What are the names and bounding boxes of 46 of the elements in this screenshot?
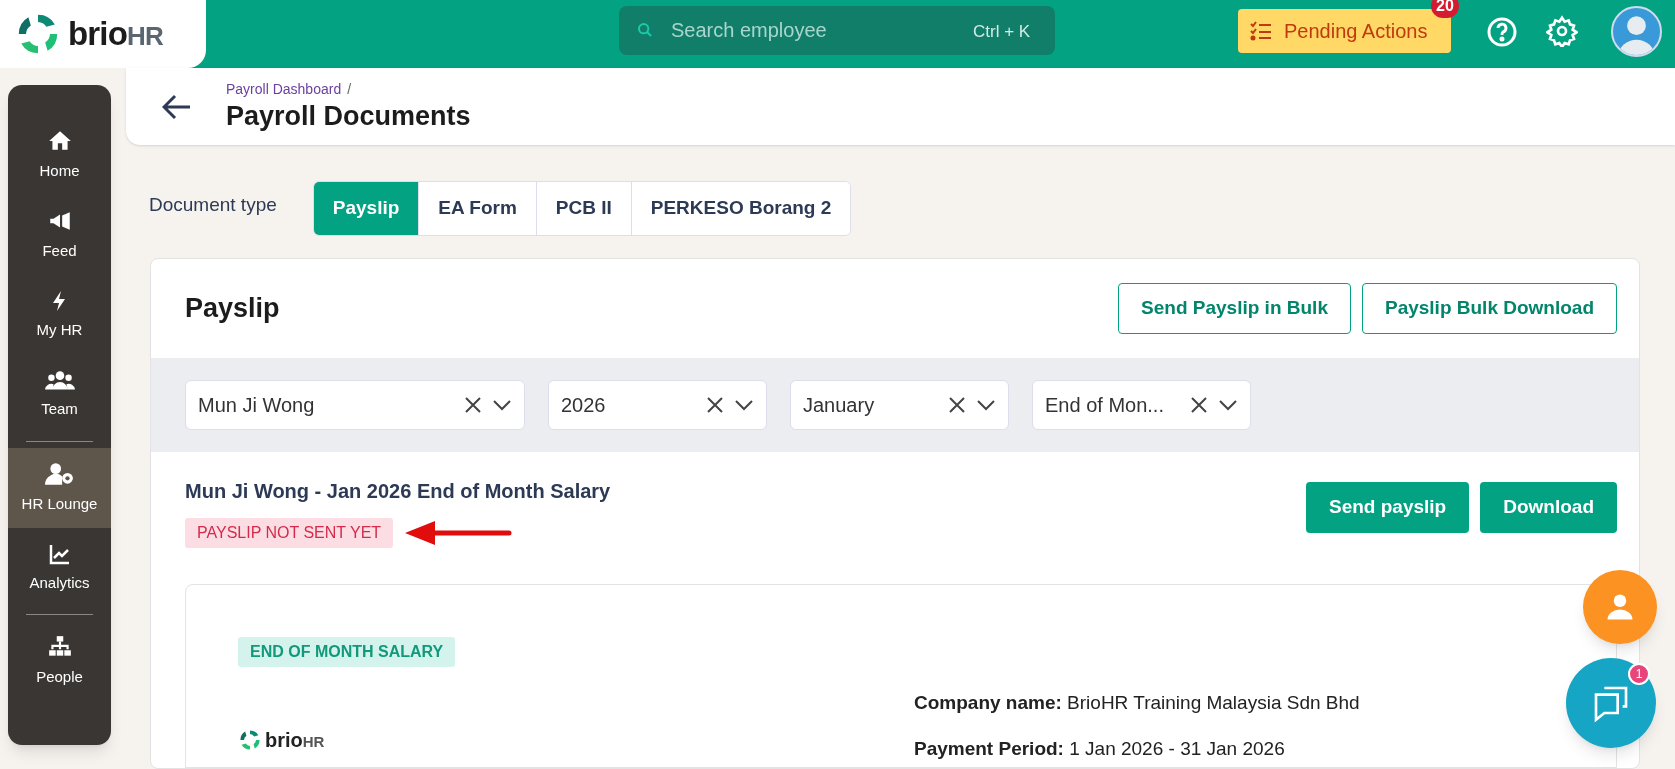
- document-type-label: Document type: [149, 193, 277, 217]
- sidebar-item[interactable]: My HR: [8, 275, 111, 355]
- clear-icon[interactable]: [464, 396, 482, 414]
- bulk-action-button[interactable]: Payslip Bulk Download: [1361, 283, 1617, 334]
- sidebar-item[interactable]: Feed: [8, 195, 111, 275]
- chevron-down-icon: [1218, 399, 1238, 411]
- notification-count-badge: 20: [1431, 0, 1459, 18]
- payslip-detail-field: Payment Period: 1 Jan 2026 - 31 Jan 2026: [914, 734, 1360, 763]
- clear-icon[interactable]: [706, 396, 724, 414]
- bulk-action-button[interactable]: Send Payslip in Bulk: [1118, 283, 1351, 334]
- sidebar-item[interactable]: HR Lounge: [8, 448, 111, 528]
- breadcrumb-link[interactable]: Payroll Dashboard: [226, 79, 342, 101]
- search-icon: [637, 22, 653, 38]
- unread-count-badge: 1: [1628, 663, 1650, 685]
- back-arrow-icon[interactable]: [162, 93, 192, 120]
- filter-dropdown[interactable]: End of Mon...: [1032, 380, 1251, 430]
- status-badge: PAYSLIP NOT SENT YET: [185, 518, 394, 548]
- document-type-tab[interactable]: PERKESO Borang 2: [630, 182, 851, 235]
- page-title: Payroll Documents: [226, 100, 471, 134]
- salary-type-tag: END OF MONTH SALARY: [238, 637, 456, 667]
- person-icon: [1605, 592, 1635, 622]
- team-icon: [44, 369, 75, 392]
- breadcrumb-separator: /: [347, 80, 352, 100]
- help-icon[interactable]: [1486, 16, 1518, 48]
- logo-swirl-icon: [238, 728, 262, 752]
- user-gear-icon: [44, 460, 75, 487]
- filter-dropdown[interactable]: Mun Ji Wong: [185, 380, 525, 430]
- sidebar-item[interactable]: Analytics: [8, 528, 111, 608]
- filter-dropdown[interactable]: 2026: [548, 380, 767, 430]
- sidebar-item[interactable]: People: [8, 621, 111, 701]
- settings-icon[interactable]: [1546, 15, 1578, 47]
- logo-text: brioHR: [68, 14, 163, 55]
- filter-dropdown[interactable]: January: [790, 380, 1009, 430]
- chevron-down-icon: [976, 399, 996, 411]
- payslip-detail-field: Company name: BrioHR Training Malaysia Sdn Bhd: [914, 689, 1360, 718]
- clear-icon[interactable]: [1190, 396, 1208, 414]
- sidebar-item[interactable]: Team: [8, 355, 111, 435]
- shortcut-hint: Ctrl + K: [973, 21, 1031, 43]
- chevron-down-icon: [734, 399, 754, 411]
- payslip-record-title: Mun Ji Wong - Jan 2026 End of Month Salary: [185, 479, 611, 504]
- sidebar-item[interactable]: Home: [8, 115, 111, 195]
- clear-icon[interactable]: [948, 396, 966, 414]
- card-title: Payslip: [185, 292, 280, 326]
- chevron-down-icon: [492, 399, 512, 411]
- company-logo: brioHR: [238, 725, 914, 755]
- checklist-icon: [1250, 21, 1272, 41]
